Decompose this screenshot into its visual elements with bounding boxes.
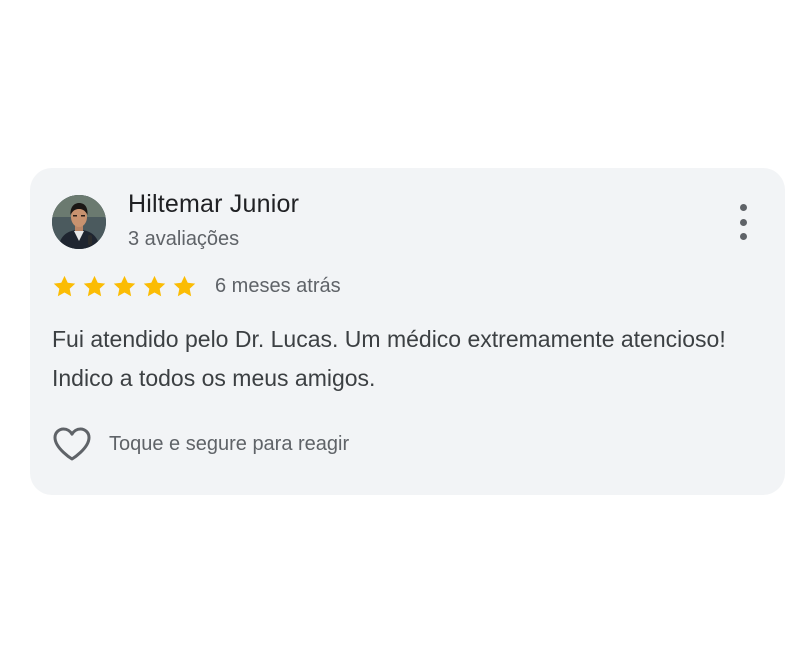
avatar-photo <box>52 195 106 249</box>
star-icon <box>173 275 196 296</box>
review-date: 6 meses atrás <box>215 274 341 297</box>
rating-row: 6 meses atrás <box>52 272 341 300</box>
review-text: Fui atendido pelo Dr. Lucas. Um médico e… <box>52 326 726 391</box>
reviewer-review-count: 3 avaliações <box>128 228 240 250</box>
reviewer-name[interactable]: Hiltemar Junior <box>128 190 299 219</box>
avatar[interactable] <box>52 195 106 249</box>
review-card: Hiltemar Junior 3 avaliações 6 meses atr… <box>30 168 785 495</box>
heart-outline-icon <box>53 427 91 461</box>
more-options-button[interactable] <box>731 204 755 240</box>
star-icon <box>143 275 166 296</box>
react-label: Toque e segure para reagir <box>109 432 350 455</box>
more-vert-icon <box>739 204 747 211</box>
star-icon <box>83 275 106 296</box>
star-rating <box>52 274 197 299</box>
star-icon <box>53 275 76 296</box>
react-button[interactable]: Toque e segure para reagir <box>52 424 349 464</box>
star-icon <box>113 275 136 296</box>
